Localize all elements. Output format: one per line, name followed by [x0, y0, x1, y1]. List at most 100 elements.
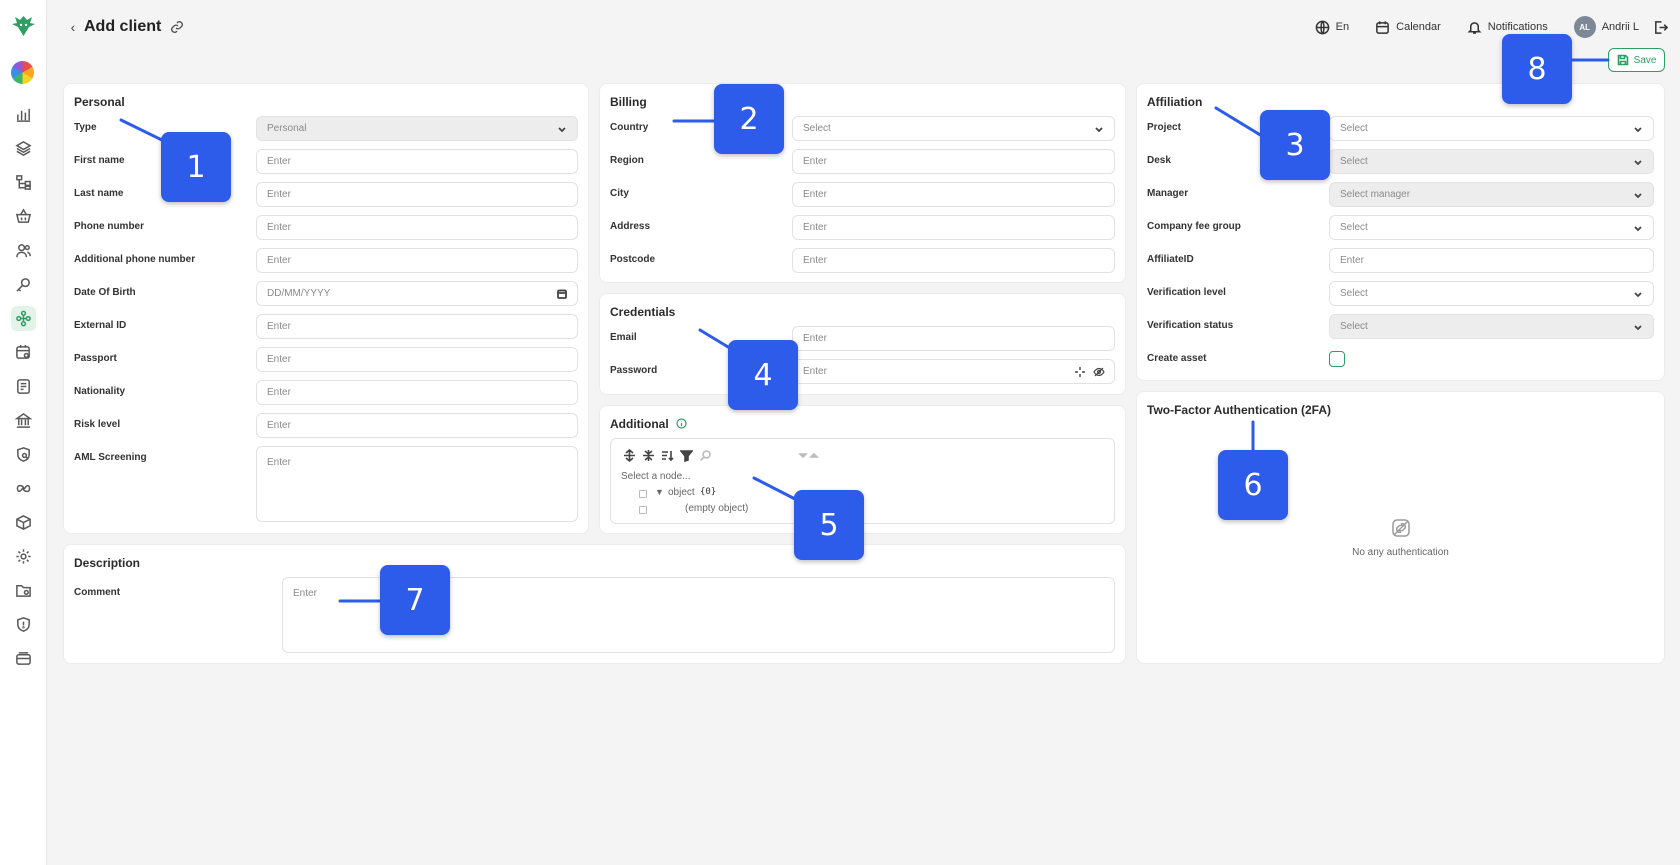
- nationality-input[interactable]: Enter: [256, 380, 578, 405]
- affiliate-id-input[interactable]: Enter: [1329, 248, 1654, 273]
- last-name-input[interactable]: Enter: [256, 182, 578, 207]
- search-icon[interactable]: [699, 449, 712, 462]
- billing-title: Billing: [610, 95, 647, 109]
- personal-row-phone: Phone number Enter: [74, 215, 578, 240]
- language-selector[interactable]: En: [1315, 20, 1349, 35]
- billing-row-postcode: Postcode Enter: [610, 248, 1115, 273]
- cube-icon[interactable]: [11, 510, 36, 535]
- affiliation-row-manager: Manager Select manager: [1147, 182, 1654, 207]
- notifications-link[interactable]: Notifications: [1467, 20, 1548, 35]
- password-input[interactable]: Enter: [792, 359, 1115, 384]
- brand-logo-icon[interactable]: [11, 14, 36, 38]
- user-name: Andrii L: [1601, 21, 1639, 33]
- eye-off-icon[interactable]: [1093, 366, 1105, 378]
- country-select-value: Select: [803, 123, 831, 134]
- chevron-down-icon: [1633, 190, 1643, 200]
- aml-textarea[interactable]: Enter: [256, 446, 578, 522]
- bar-chart-icon[interactable]: [11, 102, 36, 127]
- region-input[interactable]: Enter: [792, 149, 1115, 174]
- dob-input[interactable]: DD/MM/YYYY: [256, 281, 578, 306]
- verification-level-select[interactable]: Select: [1329, 281, 1654, 306]
- project-select[interactable]: Select: [1329, 116, 1654, 141]
- desk-select-value: Select: [1340, 156, 1368, 167]
- callout-3: 3: [1260, 110, 1330, 180]
- country-select[interactable]: Select: [792, 116, 1115, 141]
- calendar-gear-icon[interactable]: [11, 340, 36, 365]
- link-icon[interactable]: [170, 20, 184, 34]
- infinity-icon[interactable]: [11, 476, 36, 501]
- credentials-title: Credentials: [610, 305, 676, 319]
- save-button[interactable]: Save: [1608, 48, 1665, 72]
- network-icon[interactable]: [11, 306, 36, 331]
- sparkle-generate-icon[interactable]: [1074, 366, 1086, 378]
- shield-icon[interactable]: [11, 612, 36, 637]
- email-label: Email: [610, 332, 637, 343]
- notes-icon[interactable]: [11, 374, 36, 399]
- risk-level-input[interactable]: Enter: [256, 413, 578, 438]
- shield-search-icon[interactable]: [11, 442, 36, 467]
- fee-group-select[interactable]: Select: [1329, 215, 1654, 240]
- key-icon[interactable]: [11, 272, 36, 297]
- sort-icon[interactable]: [661, 449, 674, 462]
- personal-row-aml: AML Screening Enter: [74, 446, 578, 522]
- city-input[interactable]: Enter: [792, 182, 1115, 207]
- affiliation-row-create-asset: Create asset: [1147, 347, 1654, 372]
- credentials-row-password: Password Enter: [610, 359, 1115, 384]
- basket-icon[interactable]: [11, 204, 36, 229]
- desk-select[interactable]: Select: [1329, 149, 1654, 174]
- callout-5: 5: [794, 490, 864, 560]
- first-name-input[interactable]: Enter: [256, 149, 578, 174]
- manager-select[interactable]: Select manager: [1329, 182, 1654, 207]
- topbar: ‹ Add client En Calendar Notifications A…: [47, 0, 1680, 54]
- expand-triangle-icon[interactable]: ▼: [655, 487, 664, 497]
- sort-arrows-icon[interactable]: [798, 449, 820, 462]
- user-menu[interactable]: AL Andrii L: [1573, 16, 1639, 38]
- address-input[interactable]: Enter: [792, 215, 1115, 240]
- color-wheel-icon[interactable]: [11, 61, 34, 84]
- json-node-checkbox[interactable]: [639, 490, 647, 498]
- personal-row-dob: Date Of Birth DD/MM/YYYY: [74, 281, 578, 306]
- phone-input[interactable]: Enter: [256, 215, 578, 240]
- folder-gear-icon[interactable]: [11, 578, 36, 603]
- verification-status-select[interactable]: Select: [1329, 314, 1654, 339]
- calendar-icon: [1376, 20, 1390, 34]
- collapse-all-icon[interactable]: [642, 449, 655, 462]
- notifications-label: Notifications: [1487, 21, 1548, 33]
- calendar-icon[interactable]: [557, 289, 567, 299]
- affiliation-row-fee-group: Company fee group Select: [1147, 215, 1654, 240]
- create-asset-checkbox[interactable]: [1329, 351, 1345, 367]
- info-icon[interactable]: [676, 418, 687, 429]
- filter-icon[interactable]: [680, 449, 693, 462]
- type-select[interactable]: Personal: [256, 116, 578, 141]
- callout-6: 6: [1218, 450, 1288, 520]
- additional-title-text: Additional: [610, 417, 669, 431]
- verification-status-label: Verification status: [1147, 320, 1234, 331]
- hierarchy-icon[interactable]: [11, 170, 36, 195]
- affiliation-row-verification-level: Verification level Select: [1147, 281, 1654, 306]
- passport-input[interactable]: Enter: [256, 347, 578, 372]
- json-select-node: Select a node...: [621, 471, 691, 482]
- external-id-input[interactable]: Enter: [256, 314, 578, 339]
- settings-icon[interactable]: [11, 544, 36, 569]
- postcode-input[interactable]: Enter: [792, 248, 1115, 273]
- users-icon[interactable]: [11, 238, 36, 263]
- calendar-link[interactable]: Calendar: [1375, 20, 1441, 35]
- additional-phone-input[interactable]: Enter: [256, 248, 578, 273]
- fee-group-label: Company fee group: [1147, 221, 1241, 232]
- callout-4: 4: [728, 340, 798, 410]
- layers-icon[interactable]: [11, 136, 36, 161]
- credentials-card: Credentials Email Enter Password Enter: [599, 293, 1126, 395]
- passport-label: Passport: [74, 353, 117, 364]
- expand-all-icon[interactable]: [623, 449, 636, 462]
- personal-row-additional-phone: Additional phone number Enter: [74, 248, 578, 273]
- desk-label: Desk: [1147, 155, 1171, 166]
- back-chevron-icon[interactable]: ‹: [65, 18, 81, 36]
- bank-icon[interactable]: [11, 408, 36, 433]
- logout-icon[interactable]: [1653, 20, 1668, 35]
- chevron-down-icon: [557, 124, 567, 134]
- cards-icon[interactable]: [11, 646, 36, 671]
- email-input[interactable]: Enter: [792, 326, 1115, 351]
- additional-title: Additional: [610, 417, 687, 431]
- json-child-checkbox[interactable]: [639, 506, 647, 514]
- language-label: En: [1335, 21, 1350, 33]
